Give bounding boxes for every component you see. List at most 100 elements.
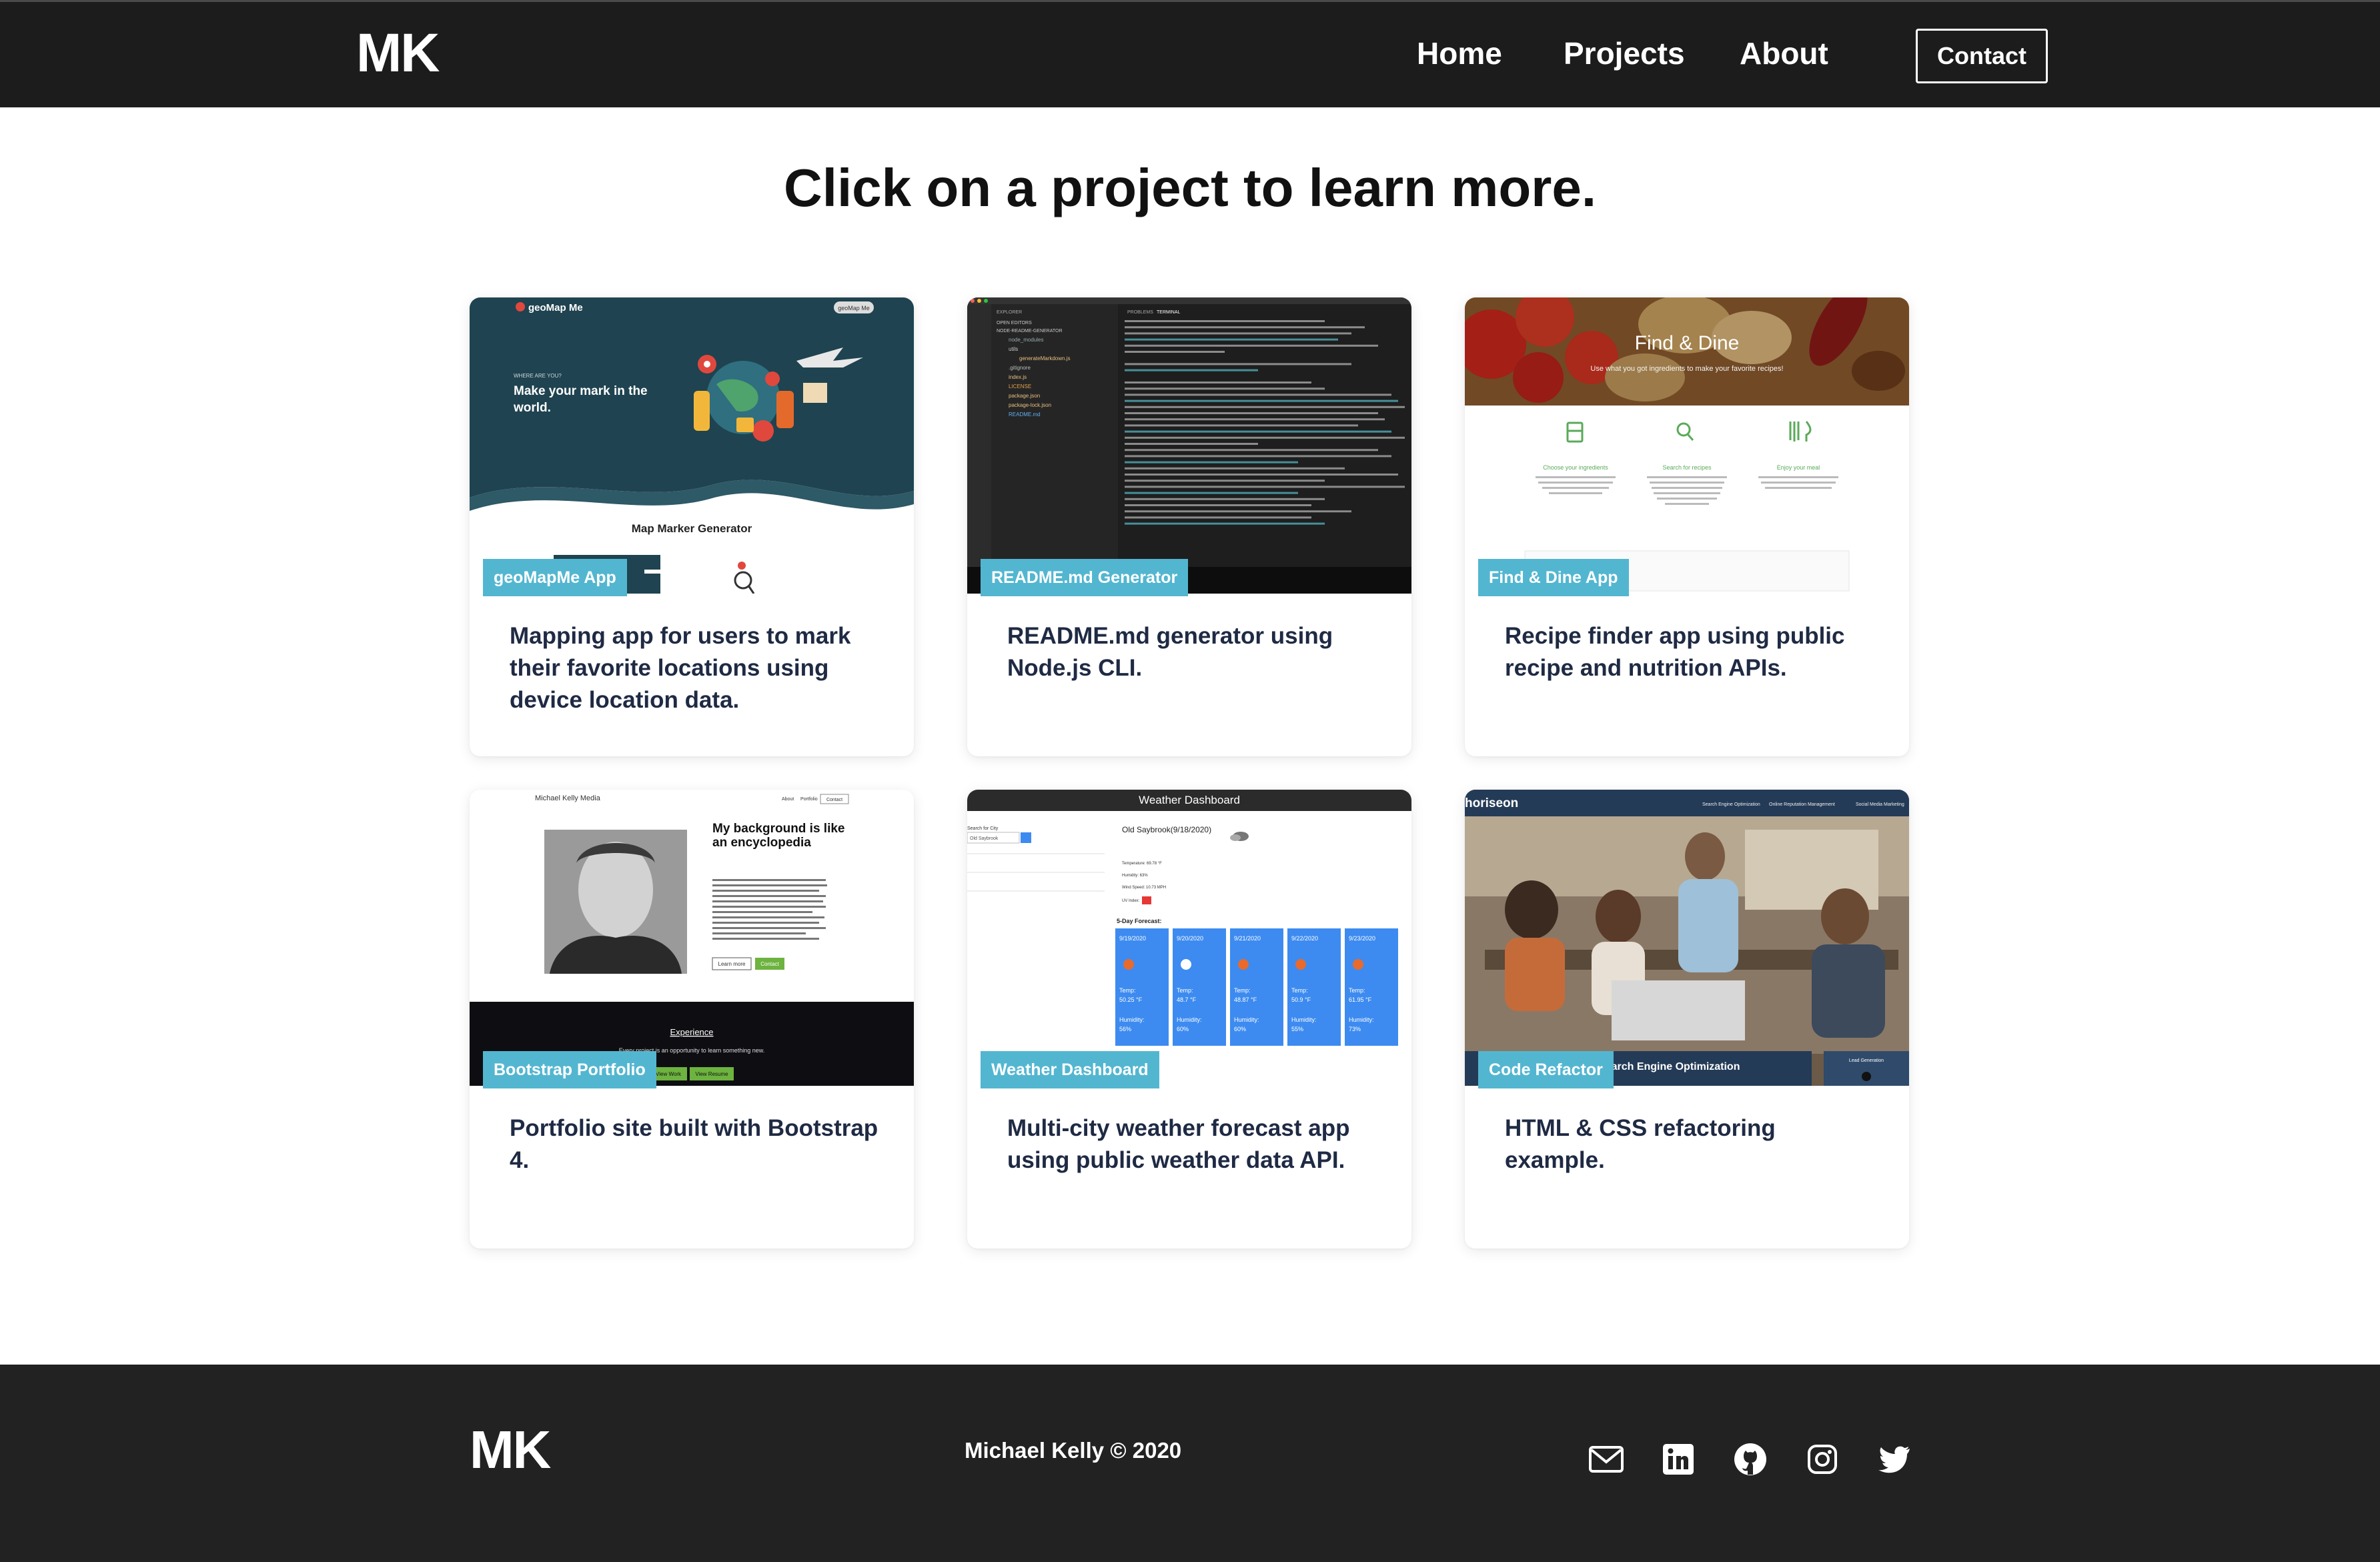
sun-icon xyxy=(1238,959,1249,970)
mail-icon[interactable] xyxy=(1588,1441,1625,1478)
forecast-humidity-label: Humidity: xyxy=(1234,1016,1259,1023)
weather-forecast-label: 5-Day Forecast: xyxy=(1117,918,1162,924)
project-thumbnail: Weather Dashboard Search for City Old Sa… xyxy=(967,790,1411,1086)
svg-text:Temperature: 69.78 °F: Temperature: 69.78 °F xyxy=(1122,862,1162,866)
project-card-weather-dashboard[interactable]: Weather Dashboard Search for City Old Sa… xyxy=(967,790,1411,1249)
project-card-geomapme[interactable]: geoMap Me geoMap Me WHERE ARE YOU? Make … xyxy=(470,297,914,756)
navbar: MK Home Projects About Contact xyxy=(0,0,2380,107)
weather-search-input: Old Saybrook xyxy=(970,836,999,841)
forecast-temp-label: Temp: xyxy=(1234,987,1251,994)
terminal-line xyxy=(1125,522,1325,525)
svg-text:About: About xyxy=(782,797,794,802)
project-badge: Weather Dashboard xyxy=(981,1051,1159,1088)
geomapme-tagline: Make your mark in the world. xyxy=(514,384,648,415)
nav-about-link[interactable]: About xyxy=(1740,35,1828,71)
linkedin-icon[interactable] xyxy=(1660,1441,1697,1478)
project-card-readme[interactable]: EXPLORER OPEN EDITORS NODE-README-GENERA… xyxy=(967,297,1411,756)
project-description: README.md generator using Node.js CLI. xyxy=(1007,623,1333,681)
svg-text:Search for City: Search for City xyxy=(967,826,999,831)
forecast-card: 9/20/2020 Temp: 48.7 °F Humidity: 60% xyxy=(1173,928,1226,1046)
find-dine-step-2: Search for recipes xyxy=(1662,464,1712,471)
forecast-humidity-label: Humidity: xyxy=(1349,1016,1374,1023)
forecast-humidity: 56% xyxy=(1119,1026,1131,1032)
project-description: HTML & CSS refactoring example. xyxy=(1505,1115,1776,1173)
geomapme-section-title: Map Marker Generator xyxy=(632,522,752,535)
readme-problems-tab: PROBLEMS xyxy=(1127,310,1153,315)
terminal-line xyxy=(1125,492,1298,494)
geomapme-pill: geoMap Me xyxy=(838,305,870,311)
svg-text:package-lock.json: package-lock.json xyxy=(1009,402,1051,408)
terminal-line xyxy=(1125,412,1378,414)
forecast-humidity: 55% xyxy=(1291,1026,1303,1032)
svg-text:index.js: index.js xyxy=(1009,374,1027,380)
svg-text:Contact: Contact xyxy=(760,961,779,967)
forecast-temp-label: Temp: xyxy=(1349,987,1365,994)
project-card-find-and-dine[interactable]: Find & Dine Use what you got ingredients… xyxy=(1465,297,1909,756)
forecast-temp: 48.7 °F xyxy=(1177,996,1197,1003)
svg-text:Contact: Contact xyxy=(826,798,842,802)
terminal-line xyxy=(1125,436,1405,439)
terminal-line xyxy=(1125,326,1365,329)
geomapme-logo: geoMap Me xyxy=(528,302,583,313)
copyright-text: Michael Kelly © 2020 xyxy=(965,1438,1182,1463)
horiseon-logo: horiseon xyxy=(1465,796,1518,810)
svg-text:View Resume: View Resume xyxy=(695,1071,728,1077)
project-thumbnail: geoMap Me geoMap Me WHERE ARE YOU? Make … xyxy=(470,297,914,594)
footer-brand-logo[interactable]: MK xyxy=(470,1419,551,1481)
svg-text:utils: utils xyxy=(1009,346,1018,352)
svg-text:Search Engine Optimization: Search Engine Optimization xyxy=(1702,802,1760,807)
svg-text:Learn more: Learn more xyxy=(718,961,746,967)
terminal-line xyxy=(1125,332,1351,335)
forecast-date: 9/20/2020 xyxy=(1177,935,1203,942)
find-dine-subtitle: Use what you got ingredients to make you… xyxy=(1590,365,1783,373)
forecast-humidity-label: Humidity: xyxy=(1291,1016,1317,1023)
forecast-card: 9/23/2020 Temp: 61.95 °F Humidity: 73% xyxy=(1345,928,1398,1046)
instagram-icon[interactable] xyxy=(1804,1441,1841,1478)
terminal-line xyxy=(1125,387,1325,390)
terminal-line xyxy=(1125,486,1405,488)
forecast-humidity: 73% xyxy=(1349,1026,1361,1032)
svg-text:Social Media Marketing: Social Media Marketing xyxy=(1856,802,1904,807)
portfolio-site-name: Michael Kelly Media xyxy=(535,794,601,802)
twitter-icon[interactable] xyxy=(1876,1441,1913,1478)
readme-open-editors: OPEN EDITORS xyxy=(997,321,1032,325)
project-thumbnail: EXPLORER OPEN EDITORS NODE-README-GENERA… xyxy=(967,297,1411,594)
project-description: Multi-city weather forecast app using pu… xyxy=(1007,1115,1350,1173)
contact-button[interactable]: Contact xyxy=(1916,29,2048,83)
forecast-humidity-label: Humidity: xyxy=(1177,1016,1202,1023)
project-description: Portfolio site built with Bootstrap 4. xyxy=(510,1115,878,1173)
svg-text:Online Reputation Management: Online Reputation Management xyxy=(1769,802,1835,807)
nav-projects-link[interactable]: Projects xyxy=(1564,35,1685,71)
terminal-line xyxy=(1125,381,1311,383)
brand-logo[interactable]: MK xyxy=(356,22,440,85)
project-thumbnail: Michael Kelly Media About Portfolio Cont… xyxy=(470,790,914,1086)
svg-text:UV Index:: UV Index: xyxy=(1122,899,1140,903)
project-badge: geoMapMe App xyxy=(483,559,627,596)
svg-text:Lead Generation: Lead Generation xyxy=(1849,1058,1884,1063)
terminal-line xyxy=(1125,400,1398,402)
forecast-humidity-label: Humidity: xyxy=(1119,1016,1145,1023)
terminal-line xyxy=(1125,344,1378,347)
project-thumbnail: horiseon Search Engine Optimization Onli… xyxy=(1465,790,1909,1086)
forecast-card: 9/21/2020 Temp: 48.87 °F Humidity: 60% xyxy=(1230,928,1283,1046)
project-card-code-refactor[interactable]: horiseon Search Engine Optimization Onli… xyxy=(1465,790,1909,1249)
svg-text:node_modules: node_modules xyxy=(1009,337,1043,343)
forecast-temp: 50.9 °F xyxy=(1291,996,1311,1003)
terminal-line xyxy=(1125,351,1225,353)
project-thumbnail: Find & Dine Use what you got ingredients… xyxy=(1465,297,1909,594)
github-icon[interactable] xyxy=(1732,1441,1769,1478)
project-card-bootstrap-portfolio[interactable]: Michael Kelly Media About Portfolio Cont… xyxy=(470,790,914,1249)
terminal-line xyxy=(1125,498,1325,500)
terminal-line xyxy=(1125,369,1258,371)
svg-text:README.md: README.md xyxy=(1009,412,1041,418)
forecast-date: 9/21/2020 xyxy=(1234,935,1261,942)
svg-text:.gitignore: .gitignore xyxy=(1009,365,1031,371)
svg-text:Humidity: 63%: Humidity: 63% xyxy=(1122,874,1148,878)
nav-home-link[interactable]: Home xyxy=(1417,35,1502,71)
sun-icon xyxy=(1353,959,1363,970)
weather-city-heading: Old Saybrook(9/18/2020) xyxy=(1122,825,1211,834)
terminal-line xyxy=(1125,455,1391,458)
project-description: Recipe finder app using public recipe an… xyxy=(1505,623,1845,681)
find-dine-step-3: Enjoy your meal xyxy=(1777,464,1820,471)
portfolio-headline: My background is like an encyclopedia xyxy=(712,822,845,850)
